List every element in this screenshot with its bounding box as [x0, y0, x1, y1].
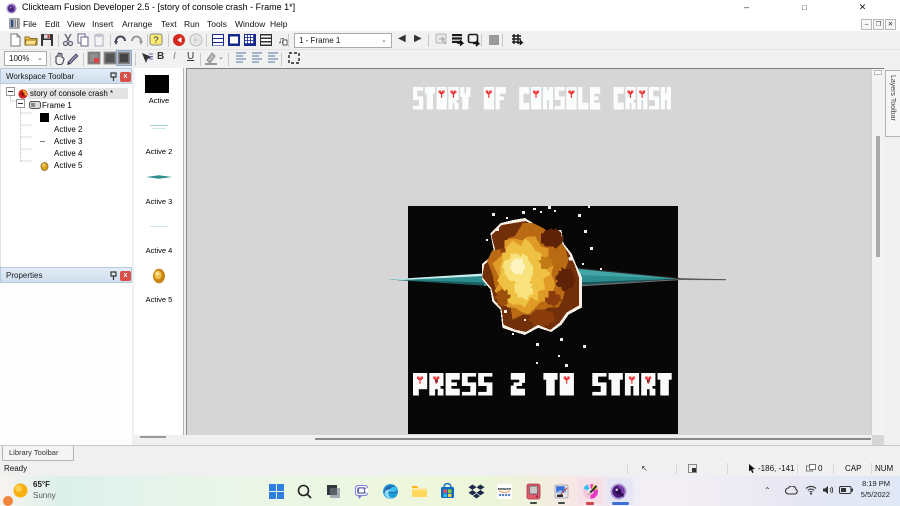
- svg-text:?: ?: [153, 35, 158, 45]
- svg-text:amazon: amazon: [498, 487, 511, 491]
